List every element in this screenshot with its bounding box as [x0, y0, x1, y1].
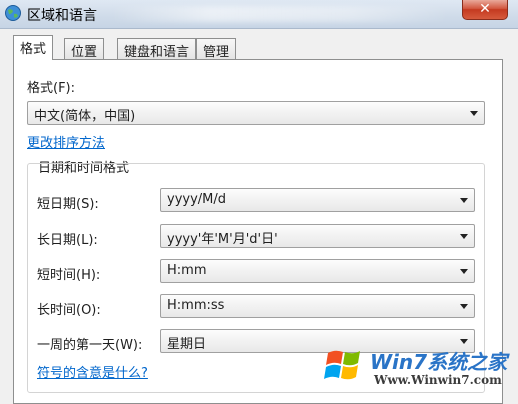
close-button[interactable]: ✕: [462, 0, 508, 20]
long-time-value: H:mm:ss: [167, 298, 225, 313]
short-date-value: yyyy/M/d: [167, 192, 227, 207]
tab-location[interactable]: 位置: [64, 38, 105, 60]
window-title: 区域和语言: [27, 8, 97, 24]
long-date-label: 长日期(L):: [37, 233, 98, 248]
format-label: 格式(F):: [27, 81, 76, 96]
title-bar-blur: [110, 6, 450, 22]
chevron-down-icon: [470, 111, 478, 116]
format-select[interactable]: 中文(简体，中国): [27, 101, 485, 125]
short-time-value: H:mm: [167, 263, 207, 278]
chevron-down-icon: [460, 198, 468, 203]
win7-watermark: Win7系统之家 Www.Winwin7.com: [322, 340, 518, 393]
short-time-select[interactable]: H:mm: [160, 259, 475, 283]
globe-icon: [5, 5, 21, 21]
watermark-brand-text: Win7系统之家: [370, 350, 508, 374]
symbols-meaning-link[interactable]: 符号的含意是什么?: [37, 362, 148, 381]
first-day-of-week-value: 星期日: [167, 337, 207, 352]
chevron-down-icon: [460, 269, 468, 274]
chevron-down-icon: [460, 304, 468, 309]
long-date-select[interactable]: yyyy'年'M'月'd'日': [160, 224, 475, 248]
short-date-select[interactable]: yyyy/M/d: [160, 188, 475, 212]
chevron-down-icon: [460, 234, 468, 239]
windows-flag-logo: [324, 350, 360, 380]
format-select-value: 中文(简体，中国): [34, 109, 136, 124]
first-day-of-week-label: 一周的第一天(W):: [37, 338, 143, 353]
short-date-label: 短日期(S):: [37, 197, 99, 212]
long-date-value: yyyy'年'M'月'd'日': [167, 232, 278, 247]
long-time-select[interactable]: H:mm:ss: [160, 294, 475, 318]
tab-format[interactable]: 格式: [13, 35, 54, 60]
short-time-label: 短时间(H):: [37, 268, 101, 283]
change-sort-method-link[interactable]: 更改排序方法: [27, 132, 105, 151]
title-bar: 区域和语言 ✕: [0, 0, 518, 29]
watermark-url-text: Www.Winwin7.com: [374, 373, 502, 387]
tab-administrative[interactable]: 管理: [196, 38, 237, 60]
long-time-label: 长时间(O):: [37, 303, 101, 318]
tab-keyboard-language[interactable]: 键盘和语言: [117, 38, 197, 60]
